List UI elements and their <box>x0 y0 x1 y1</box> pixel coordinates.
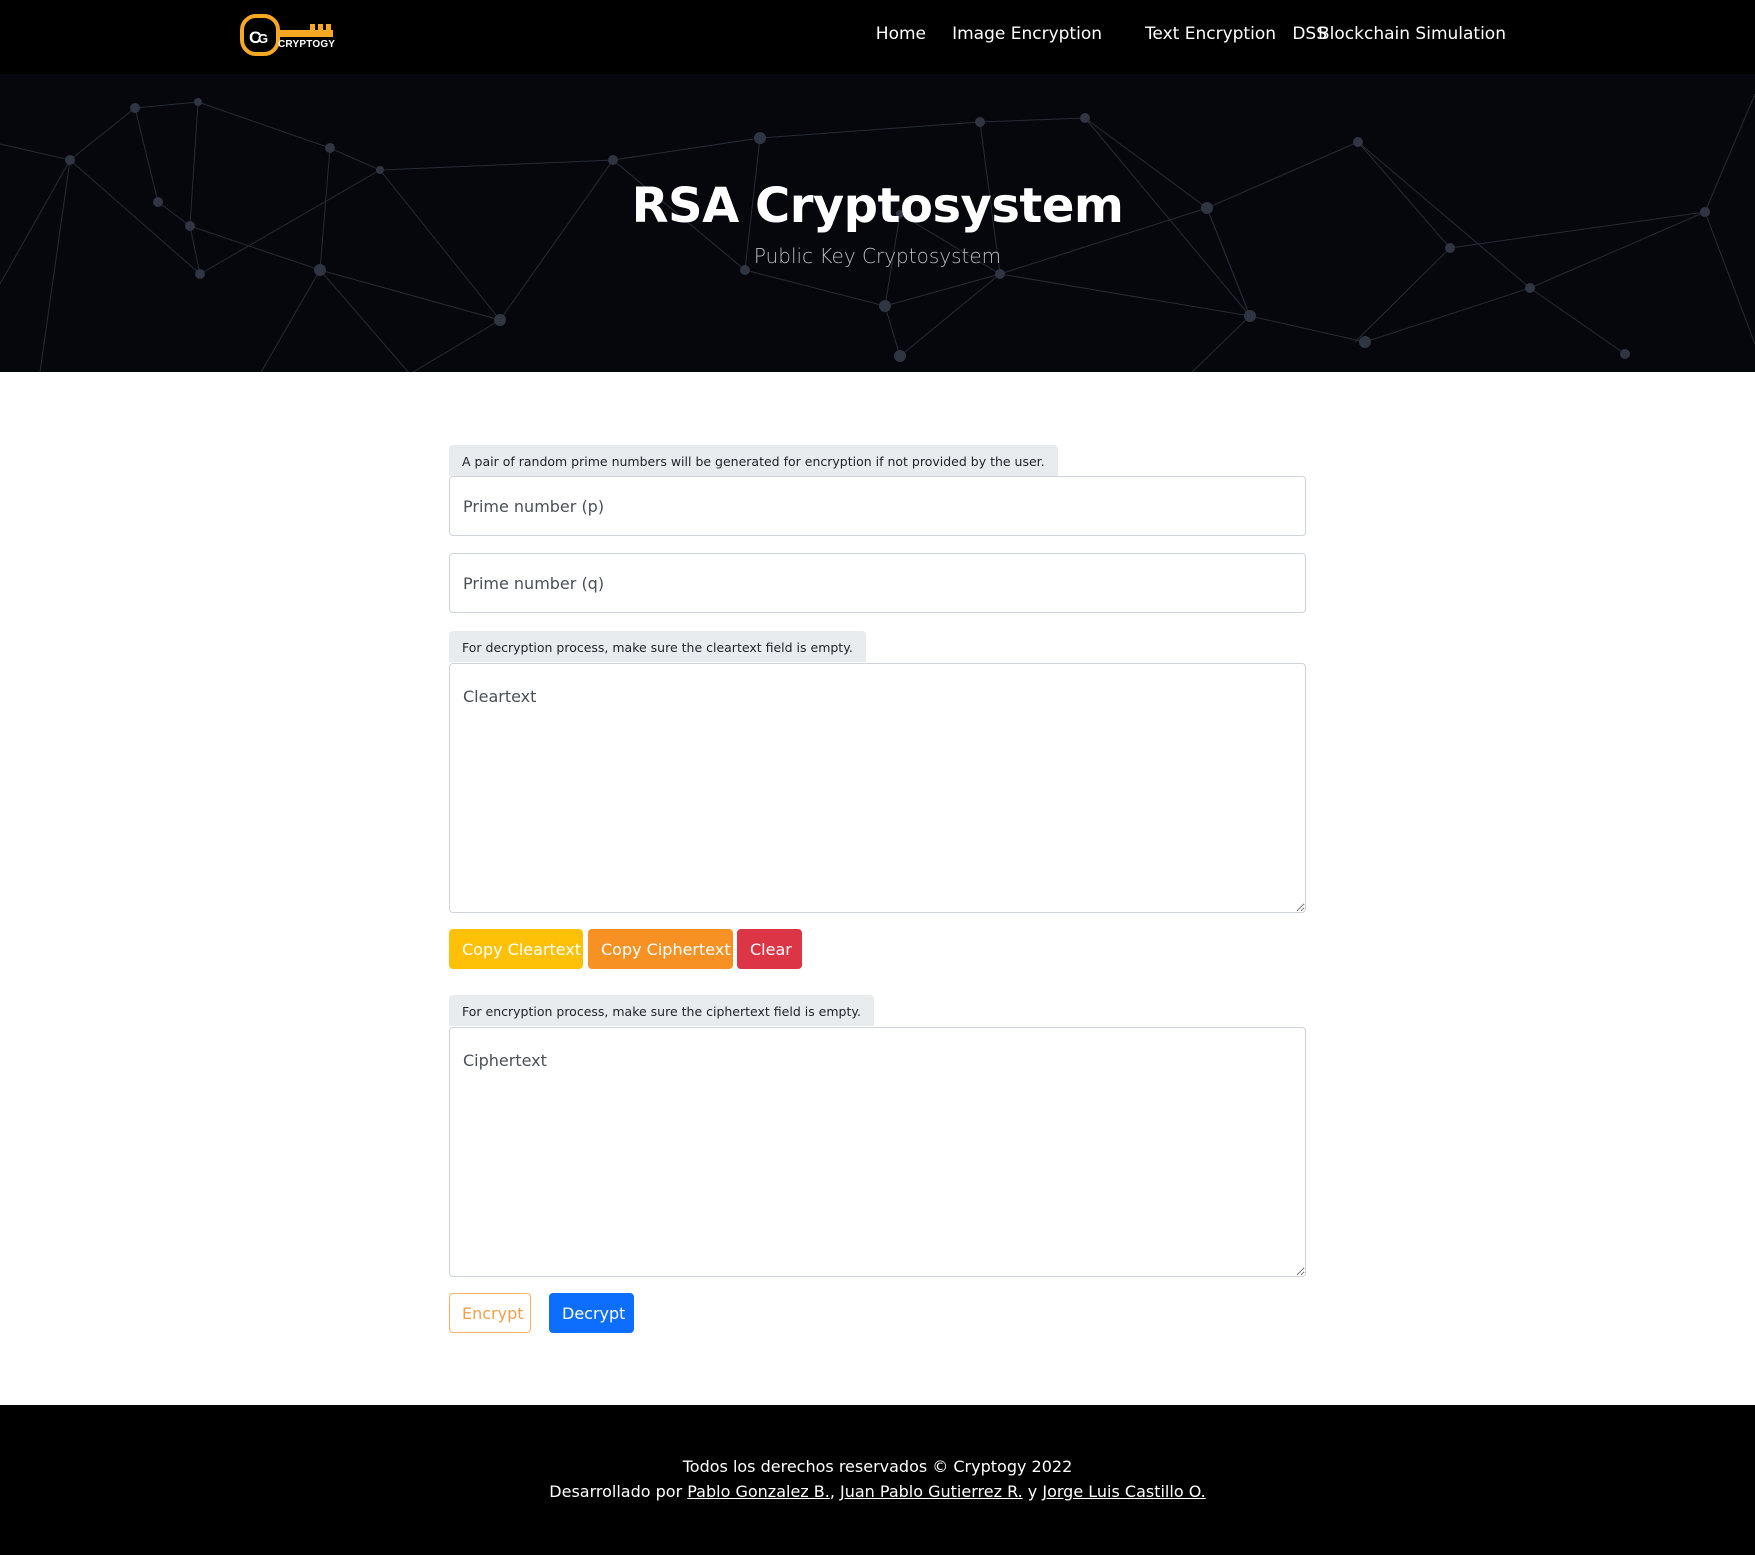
navbar: C G CRYPTOGY Home Image Encryption Text … <box>0 0 1755 74</box>
cleartext-textarea[interactable] <box>449 663 1306 913</box>
footer-developed-by: Desarrollado por <box>549 1482 683 1501</box>
nav-blockchain-simulation[interactable]: Blockchain Simulation <box>1318 24 1506 44</box>
nav-image-encryption[interactable]: Image Encryption <box>952 24 1102 44</box>
page-title: RSA Cryptosystem <box>631 178 1124 234</box>
footer-copyright: Todos los derechos reservados © Cryptogy… <box>682 1457 1073 1476</box>
key-icon: C G <box>240 14 333 56</box>
prime-hint-label: A pair of random prime numbers will be g… <box>449 445 1058 476</box>
footer-separator-y: y <box>1027 1482 1038 1501</box>
footer-separator-comma: , <box>829 1482 835 1501</box>
encrypt-button[interactable]: Encrypt <box>449 1293 531 1333</box>
nav-text-encryption[interactable]: Text Encryption <box>1145 24 1276 44</box>
clear-button[interactable]: Clear <box>737 929 802 969</box>
footer: Todos los derechos reservados © Cryptogy… <box>0 1405 1755 1555</box>
decrypt-button[interactable]: Decrypt <box>549 1293 634 1333</box>
copy-cleartext-button[interactable]: Copy Cleartext <box>449 929 583 969</box>
copy-ciphertext-button[interactable]: Copy Ciphertext <box>588 929 733 969</box>
footer-credits: Desarrollado por Pablo Gonzalez B., Juan… <box>0 1482 1755 1501</box>
prime-q-input[interactable] <box>449 553 1306 613</box>
author-link-pablo-gonzalez[interactable]: Pablo Gonzalez B. <box>687 1482 830 1501</box>
brand-name: CRYPTOGY <box>278 39 336 50</box>
hero-banner: RSA Cryptosystem Public Key Cryptosystem <box>0 74 1755 372</box>
ciphertext-textarea[interactable] <box>449 1027 1306 1277</box>
ciphertext-hint-label: For encryption process, make sure the ci… <box>449 995 874 1026</box>
cleartext-hint-label: For decryption process, make sure the cl… <box>449 631 866 662</box>
page-subtitle: Public Key Cryptosystem <box>753 244 1002 268</box>
author-link-juan-pablo-gutierrez[interactable]: Juan Pablo Gutierrez R. <box>840 1482 1023 1501</box>
svg-text:G: G <box>258 31 268 46</box>
nav-home[interactable]: Home <box>876 24 926 44</box>
brand-logo[interactable]: C G CRYPTOGY <box>240 14 336 60</box>
author-link-jorge-luis-castillo[interactable]: Jorge Luis Castillo O. <box>1042 1482 1205 1501</box>
prime-p-input[interactable] <box>449 476 1306 536</box>
